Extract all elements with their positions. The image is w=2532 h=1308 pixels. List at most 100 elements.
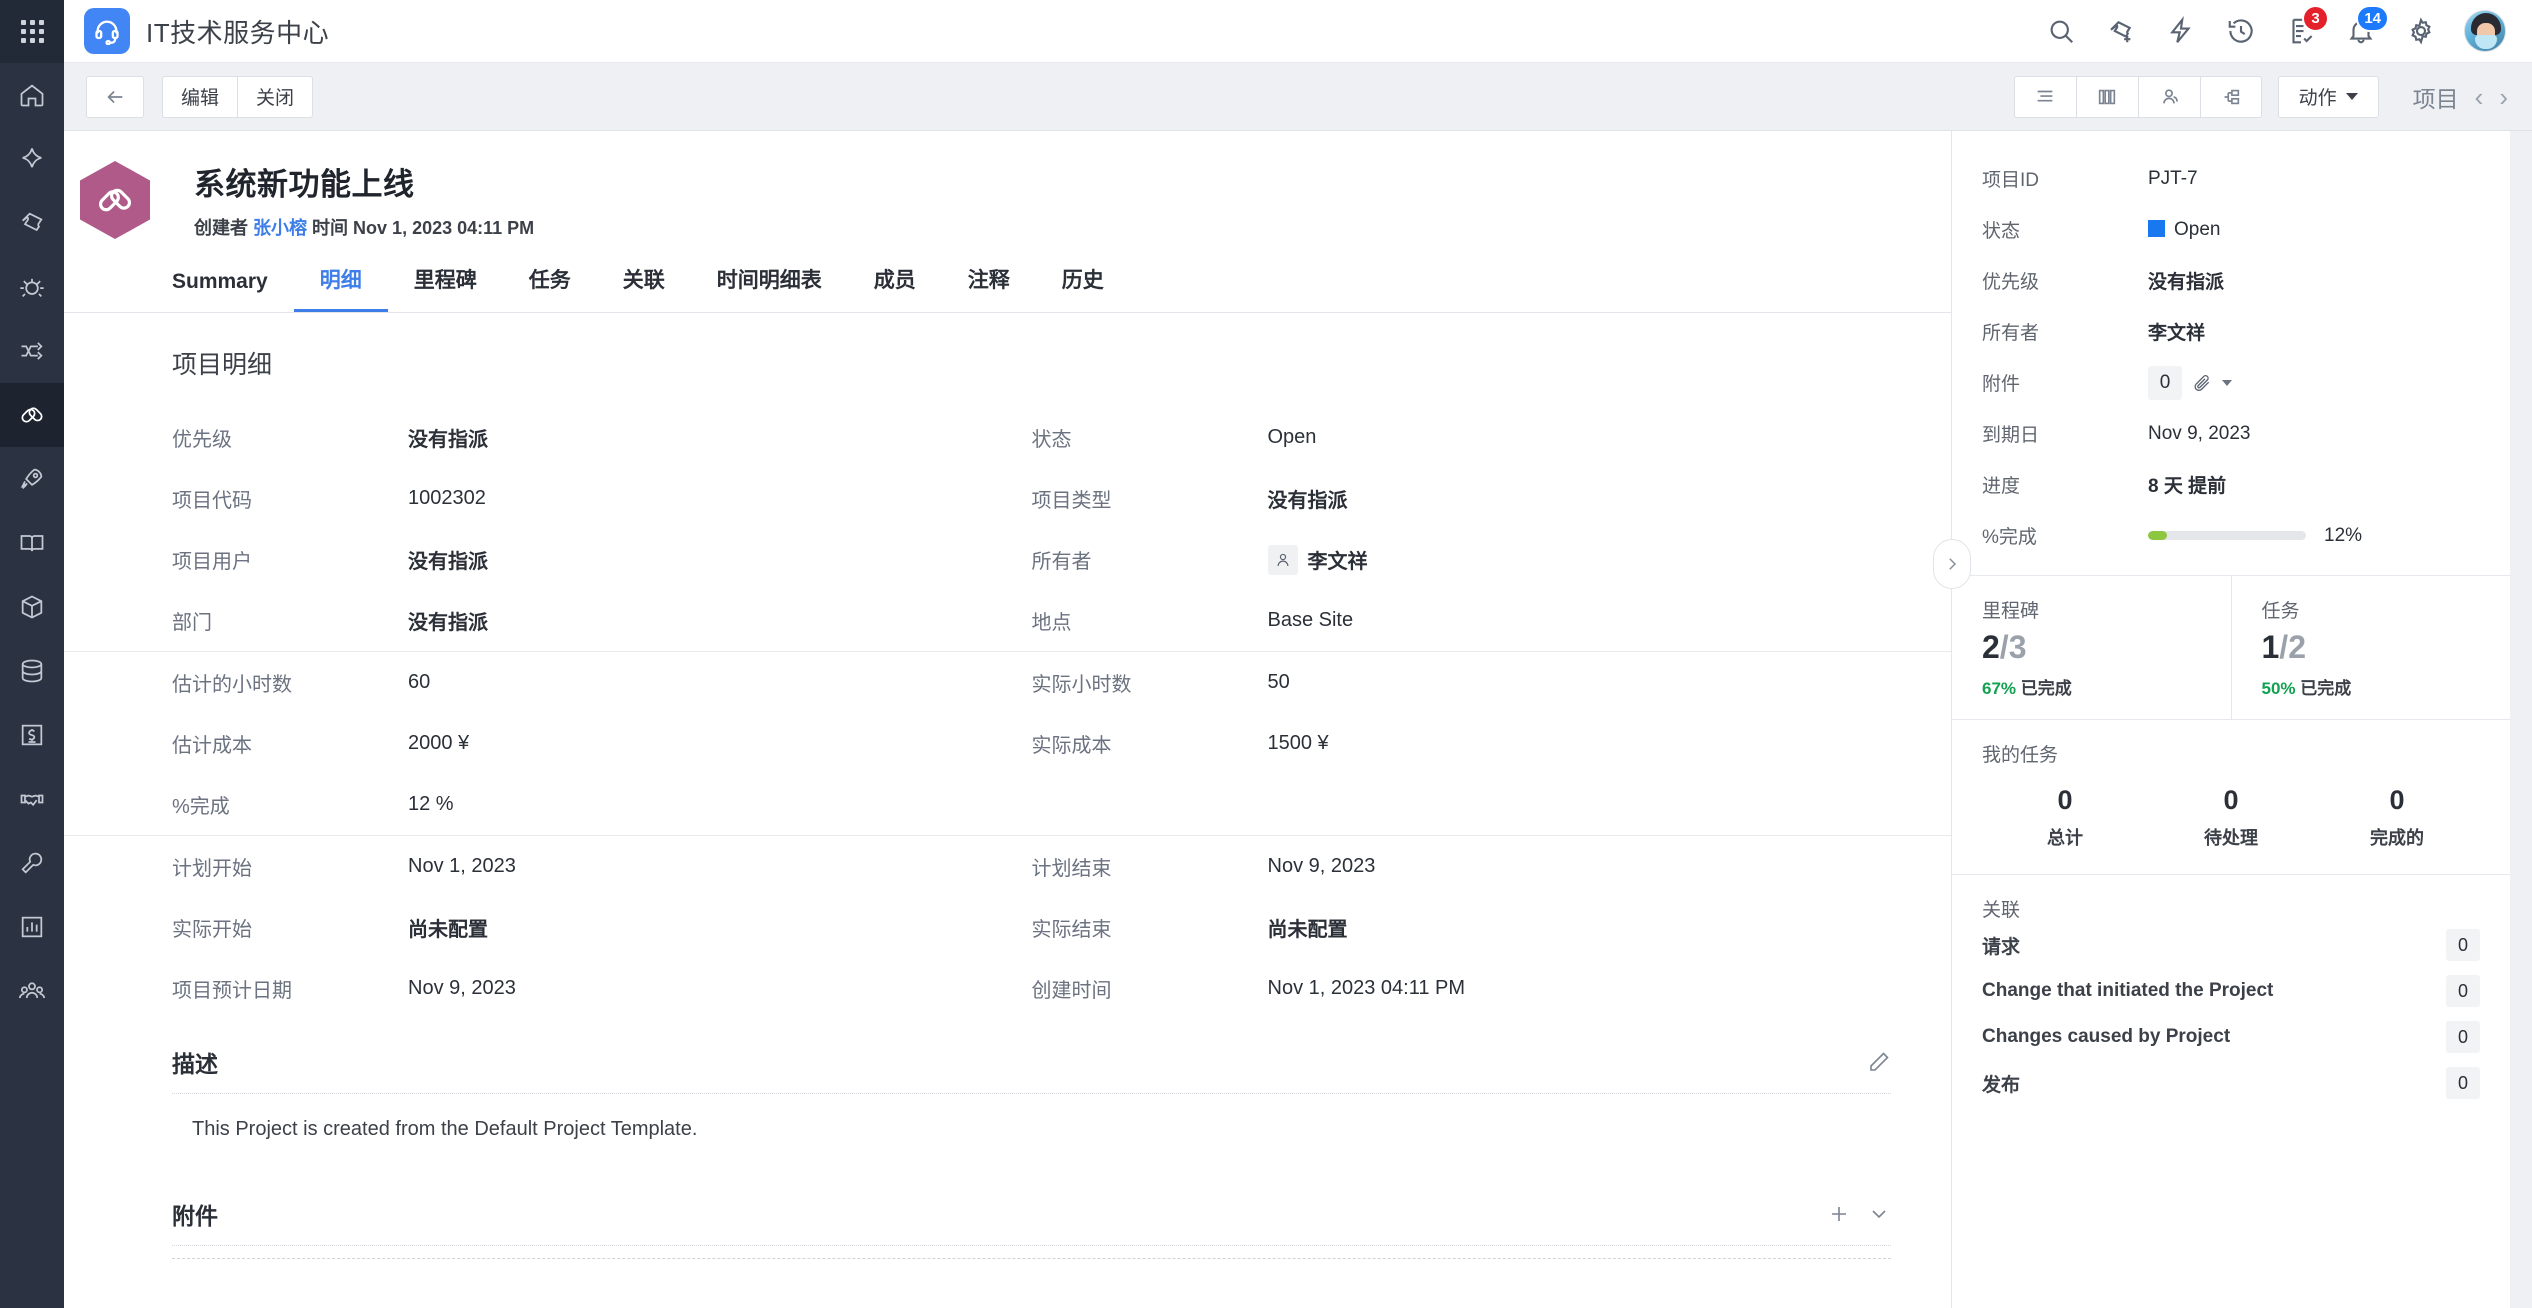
- my-tasks-completed[interactable]: 0 完成的: [2314, 785, 2480, 850]
- association-row[interactable]: 请求 0: [1982, 922, 2480, 968]
- column-view-icon[interactable]: [2076, 76, 2138, 118]
- pencil-icon[interactable]: [1867, 1050, 1891, 1074]
- avatar[interactable]: [2464, 10, 2506, 52]
- field-value: Nov 1, 2023 04:11 PM: [1268, 977, 1466, 1000]
- rail-item-purchase[interactable]: [0, 703, 64, 767]
- back-button[interactable]: [86, 76, 144, 118]
- field-label: 估计成本: [172, 729, 408, 758]
- people-view-icon[interactable]: [2138, 76, 2200, 118]
- association-name: 请求: [1982, 932, 2020, 959]
- brand[interactable]: IT技术服务中心: [84, 8, 329, 54]
- next-record-icon[interactable]: ›: [2499, 84, 2508, 110]
- tab-details[interactable]: 明细: [294, 264, 388, 312]
- tab-members[interactable]: 成员: [848, 264, 942, 312]
- side-field-value: 8 天 提前: [2148, 471, 2226, 498]
- search-icon[interactable]: [2044, 14, 2078, 48]
- field-label: 估计的小时数: [172, 668, 408, 697]
- rail-item-solutions[interactable]: [0, 511, 64, 575]
- tab-bar: Summary 明细 里程碑 任务 关联 时间明细表 成员 注释 历史: [64, 240, 1951, 313]
- field-value: 12 %: [408, 793, 454, 816]
- side-field-row: 项目ID PJT-7: [1982, 153, 2480, 204]
- rail-item-admin[interactable]: [0, 959, 64, 1023]
- stat-value: 2/3: [1982, 629, 2231, 666]
- tab-notes[interactable]: 注释: [942, 264, 1036, 312]
- field-value: 没有指派: [408, 423, 488, 452]
- app-root: IT技术服务中心 3 14: [0, 0, 2532, 1308]
- field-label: 实际小时数: [1032, 668, 1268, 697]
- plus-icon[interactable]: [1827, 1202, 1851, 1226]
- field-row: 估计的小时数 60: [172, 652, 1032, 713]
- field-label: 实际结束: [1032, 913, 1268, 942]
- notifications-icon[interactable]: 14: [2344, 14, 2378, 48]
- paperclip-icon[interactable]: [2192, 373, 2212, 393]
- association-row[interactable]: Changes caused by Project 0: [1982, 1014, 2480, 1060]
- rail-item-ticket[interactable]: [0, 191, 64, 255]
- association-row[interactable]: 发布 0: [1982, 1060, 2480, 1106]
- close-button[interactable]: 关闭: [237, 76, 313, 118]
- progress-percent-label: 12%: [2324, 525, 2362, 547]
- history-icon[interactable]: [2224, 14, 2258, 48]
- tab-associations[interactable]: 关联: [597, 264, 691, 312]
- add-ticket-icon[interactable]: [2104, 14, 2138, 48]
- stat-percent-suffix: 已完成: [2021, 679, 2072, 698]
- contract-handshake-icon: [18, 785, 46, 813]
- rail-item-releases[interactable]: [0, 447, 64, 511]
- chevron-down-icon[interactable]: [1867, 1202, 1891, 1226]
- action-menu-button[interactable]: 动作: [2278, 76, 2379, 118]
- rail-item-problems[interactable]: [0, 255, 64, 319]
- approvals-icon[interactable]: 3: [2284, 14, 2318, 48]
- side-field-row: 所有者 李文祥: [1982, 306, 2480, 357]
- tab-milestones[interactable]: 里程碑: [388, 264, 503, 312]
- rail-item-home[interactable]: [0, 63, 64, 127]
- my-tasks-pending[interactable]: 0 待处理: [2148, 785, 2314, 850]
- gear-icon[interactable]: [2404, 14, 2438, 48]
- tab-tasks[interactable]: 任务: [503, 264, 597, 312]
- association-name: Changes caused by Project: [1982, 1026, 2230, 1048]
- list-view-icon[interactable]: [2014, 76, 2076, 118]
- association-row[interactable]: Change that initiated the Project 0: [1982, 968, 2480, 1014]
- my-tasks-total-label: 总计: [1982, 824, 2148, 850]
- side-field-row: 状态 Open: [1982, 204, 2480, 255]
- rail-item-cmdb[interactable]: [0, 639, 64, 703]
- created-time-label: 时间: [312, 218, 348, 238]
- rail-item-changes[interactable]: [0, 319, 64, 383]
- project-bandage-icon: [18, 401, 46, 429]
- side-field-label: 附件: [1982, 369, 2148, 396]
- grid-dots-icon: [21, 20, 44, 43]
- prev-record-icon[interactable]: ‹: [2475, 84, 2484, 110]
- side-field-row: 优先级 没有指派: [1982, 255, 2480, 306]
- stat-tasks[interactable]: 任务 1/2 50% 已完成: [2231, 576, 2511, 719]
- side-field-row: 进度 8 天 提前: [1982, 459, 2480, 510]
- hierarchy-view-icon[interactable]: [2200, 76, 2262, 118]
- tab-timesheet[interactable]: 时间明细表: [691, 264, 848, 312]
- my-tasks-pending-count: 0: [2148, 785, 2314, 816]
- created-by-user[interactable]: 张小榕: [253, 218, 307, 238]
- progress-bar-fill: [2148, 531, 2167, 540]
- description-title: 描述: [172, 1045, 218, 1079]
- edit-button[interactable]: 编辑: [162, 76, 237, 118]
- rail-item-contracts[interactable]: [0, 767, 64, 831]
- app-switcher-button[interactable]: [0, 0, 64, 63]
- my-tasks-total[interactable]: 0 总计: [1982, 785, 2148, 850]
- chevron-down-icon[interactable]: [2222, 380, 2232, 386]
- my-tasks-pending-label: 待处理: [2148, 824, 2314, 850]
- field-value: Nov 9, 2023: [408, 977, 516, 1000]
- page-title: 系统新功能上线: [194, 159, 534, 204]
- rail-item-assets[interactable]: [0, 575, 64, 639]
- tab-summary[interactable]: Summary: [172, 270, 294, 312]
- field-value: 没有指派: [1268, 484, 1348, 513]
- chevron-right-icon: [1943, 555, 1961, 573]
- collapse-panel-button[interactable]: [1933, 539, 1971, 589]
- detail-group-dates: 计划开始 Nov 1, 2023 计划结束 Nov 9, 2023 实际开始 尚…: [64, 836, 1951, 1019]
- rail-item-reports[interactable]: [0, 895, 64, 959]
- rail-item-projects[interactable]: [0, 383, 64, 447]
- tab-history[interactable]: 历史: [1036, 264, 1130, 312]
- flash-icon[interactable]: [2164, 14, 2198, 48]
- rail-item-requests[interactable]: [0, 127, 64, 191]
- rail-item-tools[interactable]: [0, 831, 64, 895]
- rail-items: [0, 63, 64, 1023]
- stat-milestones[interactable]: 里程碑 2/3 67% 已完成: [1952, 576, 2231, 719]
- page-toolbar: 编辑 关闭 动作 项目 ‹ ›: [64, 63, 2532, 131]
- my-tasks-row: 0 总计 0 待处理 0 完成的: [1982, 785, 2480, 850]
- field-label: 项目用户: [172, 545, 408, 574]
